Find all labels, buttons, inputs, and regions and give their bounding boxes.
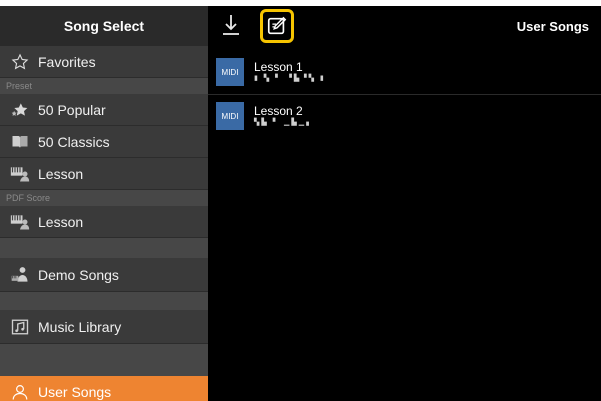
sidebar-item-label: Favorites: [38, 53, 96, 70]
sidebar: Song Select Favorites Preset 50 Popular …: [0, 6, 208, 401]
song-name: Lesson 2: [254, 103, 303, 118]
sidebar-item-label: 50 Classics: [38, 133, 110, 150]
sidebar-item-label: Demo Songs: [38, 266, 119, 283]
download-button[interactable]: [221, 12, 241, 40]
book-icon: [10, 132, 30, 152]
sidebar-title: Song Select: [0, 6, 208, 46]
sidebar-item-label: Lesson: [38, 165, 84, 182]
sidebar-item-50-classics[interactable]: 50 Classics: [0, 126, 208, 158]
sidebar-item-favorites[interactable]: Favorites: [0, 46, 208, 78]
piano-lesson-icon: [10, 164, 30, 184]
music-note-box-icon: [10, 317, 30, 337]
section-spacer: [0, 344, 208, 376]
section-spacer: [0, 238, 208, 258]
section-label-pdf-score: PDF Score: [0, 190, 208, 206]
sidebar-item-label: Lesson: [38, 213, 84, 230]
song-list-item[interactable]: MIDI Lesson 1 ▮ ▚ ▘ ▝▙▝▚ ▮: [208, 54, 601, 90]
user-icon: [10, 382, 30, 401]
row-divider: [208, 94, 601, 95]
section-spacer: [0, 292, 208, 310]
sidebar-item-label: 50 Popular: [38, 101, 106, 118]
sidebar-item-label: User Songs: [38, 383, 112, 400]
song-text: Lesson 2 ▚▙ ▘ ▁▙▁▖: [254, 103, 314, 128]
page-title: User Songs: [516, 18, 589, 34]
song-subtitle: ▮ ▚ ▘ ▝▙▝▚ ▮: [254, 74, 326, 82]
sidebar-item-user-songs[interactable]: User Songs: [0, 376, 208, 401]
edit-button[interactable]: [260, 9, 294, 43]
demo-songs-icon: [10, 265, 30, 285]
section-label-preset: Preset: [0, 78, 208, 94]
stars-icon: [10, 100, 30, 120]
song-list-item[interactable]: MIDI Lesson 2 ▚▙ ▘ ▁▙▁▖: [208, 98, 601, 134]
song-name: Lesson 1: [254, 59, 303, 74]
song-subtitle: ▚▙ ▘ ▁▙▁▖: [254, 118, 314, 126]
midi-badge: MIDI: [216, 102, 244, 130]
sidebar-item-lesson-pdf[interactable]: Lesson: [0, 206, 208, 238]
download-icon: [223, 15, 239, 35]
piano-lesson-icon: [10, 212, 30, 232]
main-panel: User Songs MIDI Lesson 1 ▮ ▚ ▘ ▝▙▝▚ ▮ MI…: [208, 6, 601, 401]
star-outline-icon: [10, 52, 30, 72]
sidebar-item-50-popular[interactable]: 50 Popular: [0, 94, 208, 126]
edit-icon: [267, 16, 287, 35]
sidebar-item-lesson-preset[interactable]: Lesson: [0, 158, 208, 190]
midi-badge: MIDI: [216, 58, 244, 86]
app: Song Select Favorites Preset 50 Popular …: [0, 0, 601, 401]
sidebar-item-demo-songs[interactable]: Demo Songs: [0, 258, 208, 292]
sidebar-item-label: Music Library: [38, 318, 122, 335]
top-bar: User Songs: [208, 6, 601, 46]
song-text: Lesson 1 ▮ ▚ ▘ ▝▙▝▚ ▮: [254, 59, 326, 84]
sidebar-item-music-library[interactable]: Music Library: [0, 310, 208, 344]
